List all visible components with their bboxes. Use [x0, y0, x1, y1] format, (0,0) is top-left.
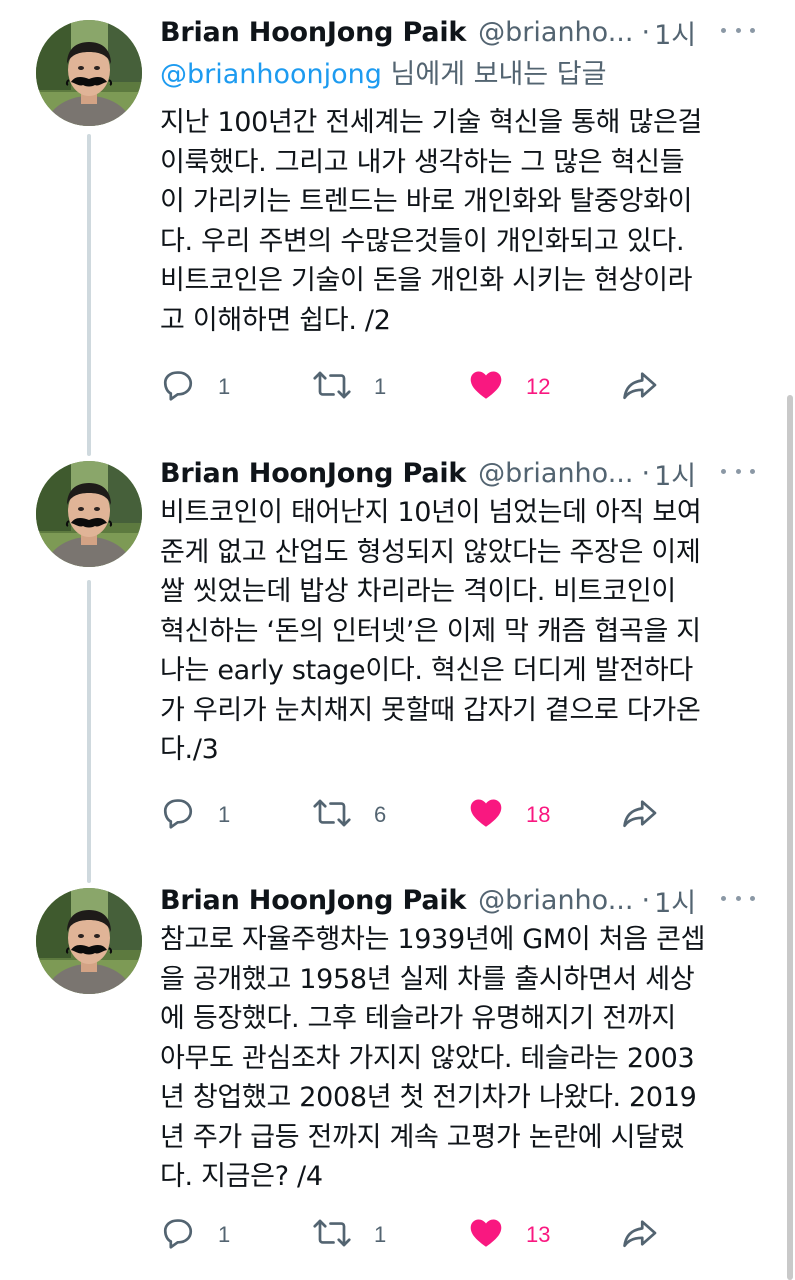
reply-icon — [160, 367, 196, 407]
retweet-button[interactable]: 6 — [312, 793, 386, 837]
tweet-text-line: 년 창업했고 2008년 첫 전기차가 나왔다. 2019 — [160, 1082, 697, 1113]
share-icon — [620, 367, 660, 407]
tweet-text-line: 년 주가 급등 전까지 계속 고평가 논란에 시달렸 — [160, 1121, 685, 1153]
tweet-text-line: 쌀 씻었는데 밥상 차리라는 격이다. 비트코인이 — [160, 576, 676, 607]
author-handle[interactable]: @brianho... — [478, 458, 633, 489]
more-icon[interactable] — [721, 459, 755, 483]
tweet-actions: 1 6 18 — [160, 793, 700, 837]
scrollbar[interactable] — [787, 395, 793, 1280]
separator-dot: · — [641, 884, 651, 916]
mention-link[interactable]: @brianhoonjong — [160, 59, 382, 90]
tweet-text: 비트코인이 태어난지 10년이 넘었는데 아직 보여 준게 없고 산업도 형성되… — [160, 493, 770, 770]
author-handle[interactable]: @brianho... — [478, 885, 633, 916]
tweet-text-line: 참고로 자율주행차는 1939년에 GM이 처음 콘셉 — [160, 924, 706, 955]
author-handle[interactable]: @brianho... — [478, 17, 633, 48]
retweet-icon — [312, 1215, 352, 1255]
tweet-text-line: 을 공개했고 1958년 실제 차를 출시하면서 세상 — [160, 963, 695, 995]
tweet-text: 지난 100년간 전세계는 기술 혁신을 통해 많은걸 이룩했다. 그리고 내가… — [160, 103, 770, 340]
separator-dot: · — [641, 16, 651, 48]
retweet-count: 1 — [374, 374, 387, 399]
tweet-actions: 1 1 13 — [160, 1213, 700, 1257]
separator-dot: · — [641, 457, 651, 489]
author-name[interactable]: Brian HoonJong Paik — [160, 17, 466, 48]
tweet-text-line: 아무도 관심조차 가지지 않았다. 테슬라는 2003 — [160, 1042, 695, 1074]
reply-button[interactable]: 1 — [160, 793, 230, 837]
tweet-text-line: 고 이해하면 쉽다. /2 — [160, 304, 391, 336]
tweet-text: 참고로 자율주행차는 1939년에 GM이 처음 콘셉 을 공개했고 1958년… — [160, 920, 770, 1197]
share-button[interactable] — [620, 365, 660, 409]
tweet-content: Brian HoonJong Paik @brianho... · 1시 @br… — [160, 14, 770, 340]
share-button[interactable] — [620, 1213, 660, 1257]
reply-icon — [160, 1215, 196, 1255]
heart-icon — [468, 367, 504, 407]
tweet-time[interactable]: 1시 — [654, 454, 696, 493]
tweet-text-line: 이룩했다. 그리고 내가 생각하는 그 많은 혁신들 — [160, 146, 685, 178]
reply-count: 1 — [218, 802, 231, 827]
avatar[interactable] — [36, 20, 142, 126]
tweet-text-line: 지난 100년간 전세계는 기술 혁신을 통해 많은걸 — [160, 107, 703, 138]
like-button[interactable]: 12 — [468, 365, 550, 409]
reply-button[interactable]: 1 — [160, 365, 230, 409]
reply-count: 1 — [218, 374, 231, 399]
retweet-button[interactable]: 1 — [312, 1213, 386, 1257]
tweet-header: Brian HoonJong Paik @brianho... · 1시 — [160, 13, 770, 52]
like-count: 13 — [526, 1222, 551, 1247]
author-name[interactable]: Brian HoonJong Paik — [160, 885, 466, 916]
share-icon — [620, 795, 660, 835]
heart-icon — [468, 795, 504, 835]
like-button[interactable]: 13 — [468, 1213, 550, 1257]
tweet-time[interactable]: 1시 — [654, 881, 696, 920]
tweet-text-line: 다. 우리 주변의 수많은것들이 개인화되고 있다. — [160, 225, 685, 257]
like-count: 18 — [526, 802, 551, 827]
tweet-actions: 1 1 12 — [160, 365, 700, 409]
tweet[interactable]: Brian HoonJong Paik @brianho... · 1시 참고로… — [0, 882, 795, 1280]
retweet-icon — [312, 795, 352, 835]
tweet-header: Brian HoonJong Paik @brianho... · 1시 — [160, 454, 770, 493]
tweet-content: Brian HoonJong Paik @brianho... · 1시 비트코… — [160, 455, 770, 770]
more-icon[interactable] — [721, 18, 755, 42]
heart-icon — [468, 1215, 504, 1255]
tweet-text-line: 에 등장했다. 그후 테슬라가 유명해지기 전까지 — [160, 1003, 676, 1034]
reply-count: 1 — [218, 1222, 231, 1247]
tweet-content: Brian HoonJong Paik @brianho... · 1시 참고로… — [160, 882, 770, 1197]
tweet-text-line: 이 가리키는 트렌드는 바로 개인화와 탈중앙화이 — [160, 186, 693, 217]
tweet-text-line: 나는 early stage이다. 혁신은 더디게 발전하다 — [160, 655, 693, 686]
author-name[interactable]: Brian HoonJong Paik — [160, 458, 466, 489]
like-count: 12 — [526, 374, 551, 399]
tweet-text-line: 비트코인은 기술이 돈을 개인화 시키는 현상이라 — [160, 265, 693, 296]
avatar[interactable] — [36, 888, 142, 994]
reply-to-suffix: 님에게 보내는 답글 — [381, 59, 607, 90]
share-button[interactable] — [620, 793, 660, 837]
tweet-text-line: 다. 지금은? /4 — [160, 1161, 323, 1192]
tweet-time[interactable]: 1시 — [654, 13, 696, 52]
tweet[interactable]: Brian HoonJong Paik @brianho... · 1시 @br… — [0, 14, 795, 414]
tweet-text-line: 준게 없고 산업도 형성되지 않았다는 주장은 이제 — [160, 536, 701, 568]
retweet-icon — [312, 367, 352, 407]
tweet[interactable]: Brian HoonJong Paik @brianho... · 1시 비트코… — [0, 455, 795, 875]
tweet-text-line: 다./3 — [160, 734, 219, 765]
retweet-button[interactable]: 1 — [312, 365, 386, 409]
avatar[interactable] — [36, 461, 142, 567]
reply-button[interactable]: 1 — [160, 1213, 230, 1257]
reply-icon — [160, 795, 196, 835]
retweet-count: 1 — [374, 1222, 387, 1247]
like-button[interactable]: 18 — [468, 793, 550, 837]
tweet-header: Brian HoonJong Paik @brianho... · 1시 — [160, 881, 770, 920]
share-icon — [620, 1215, 660, 1255]
tweet-text-line: 가 우리가 눈치채지 못할때 갑자기 곁으로 다가온 — [160, 694, 701, 726]
tweet-text-line: 비트코인이 태어난지 10년이 넘었는데 아직 보여 — [160, 497, 702, 528]
reply-to-line: @brianhoonjong 님에게 보내는 답글 — [160, 55, 770, 95]
more-icon[interactable] — [721, 886, 755, 910]
retweet-count: 6 — [374, 802, 387, 827]
tweet-text-line: 혁신하는 ‘돈의 인터넷’은 이제 막 캐즘 협곡을 지 — [160, 615, 701, 647]
